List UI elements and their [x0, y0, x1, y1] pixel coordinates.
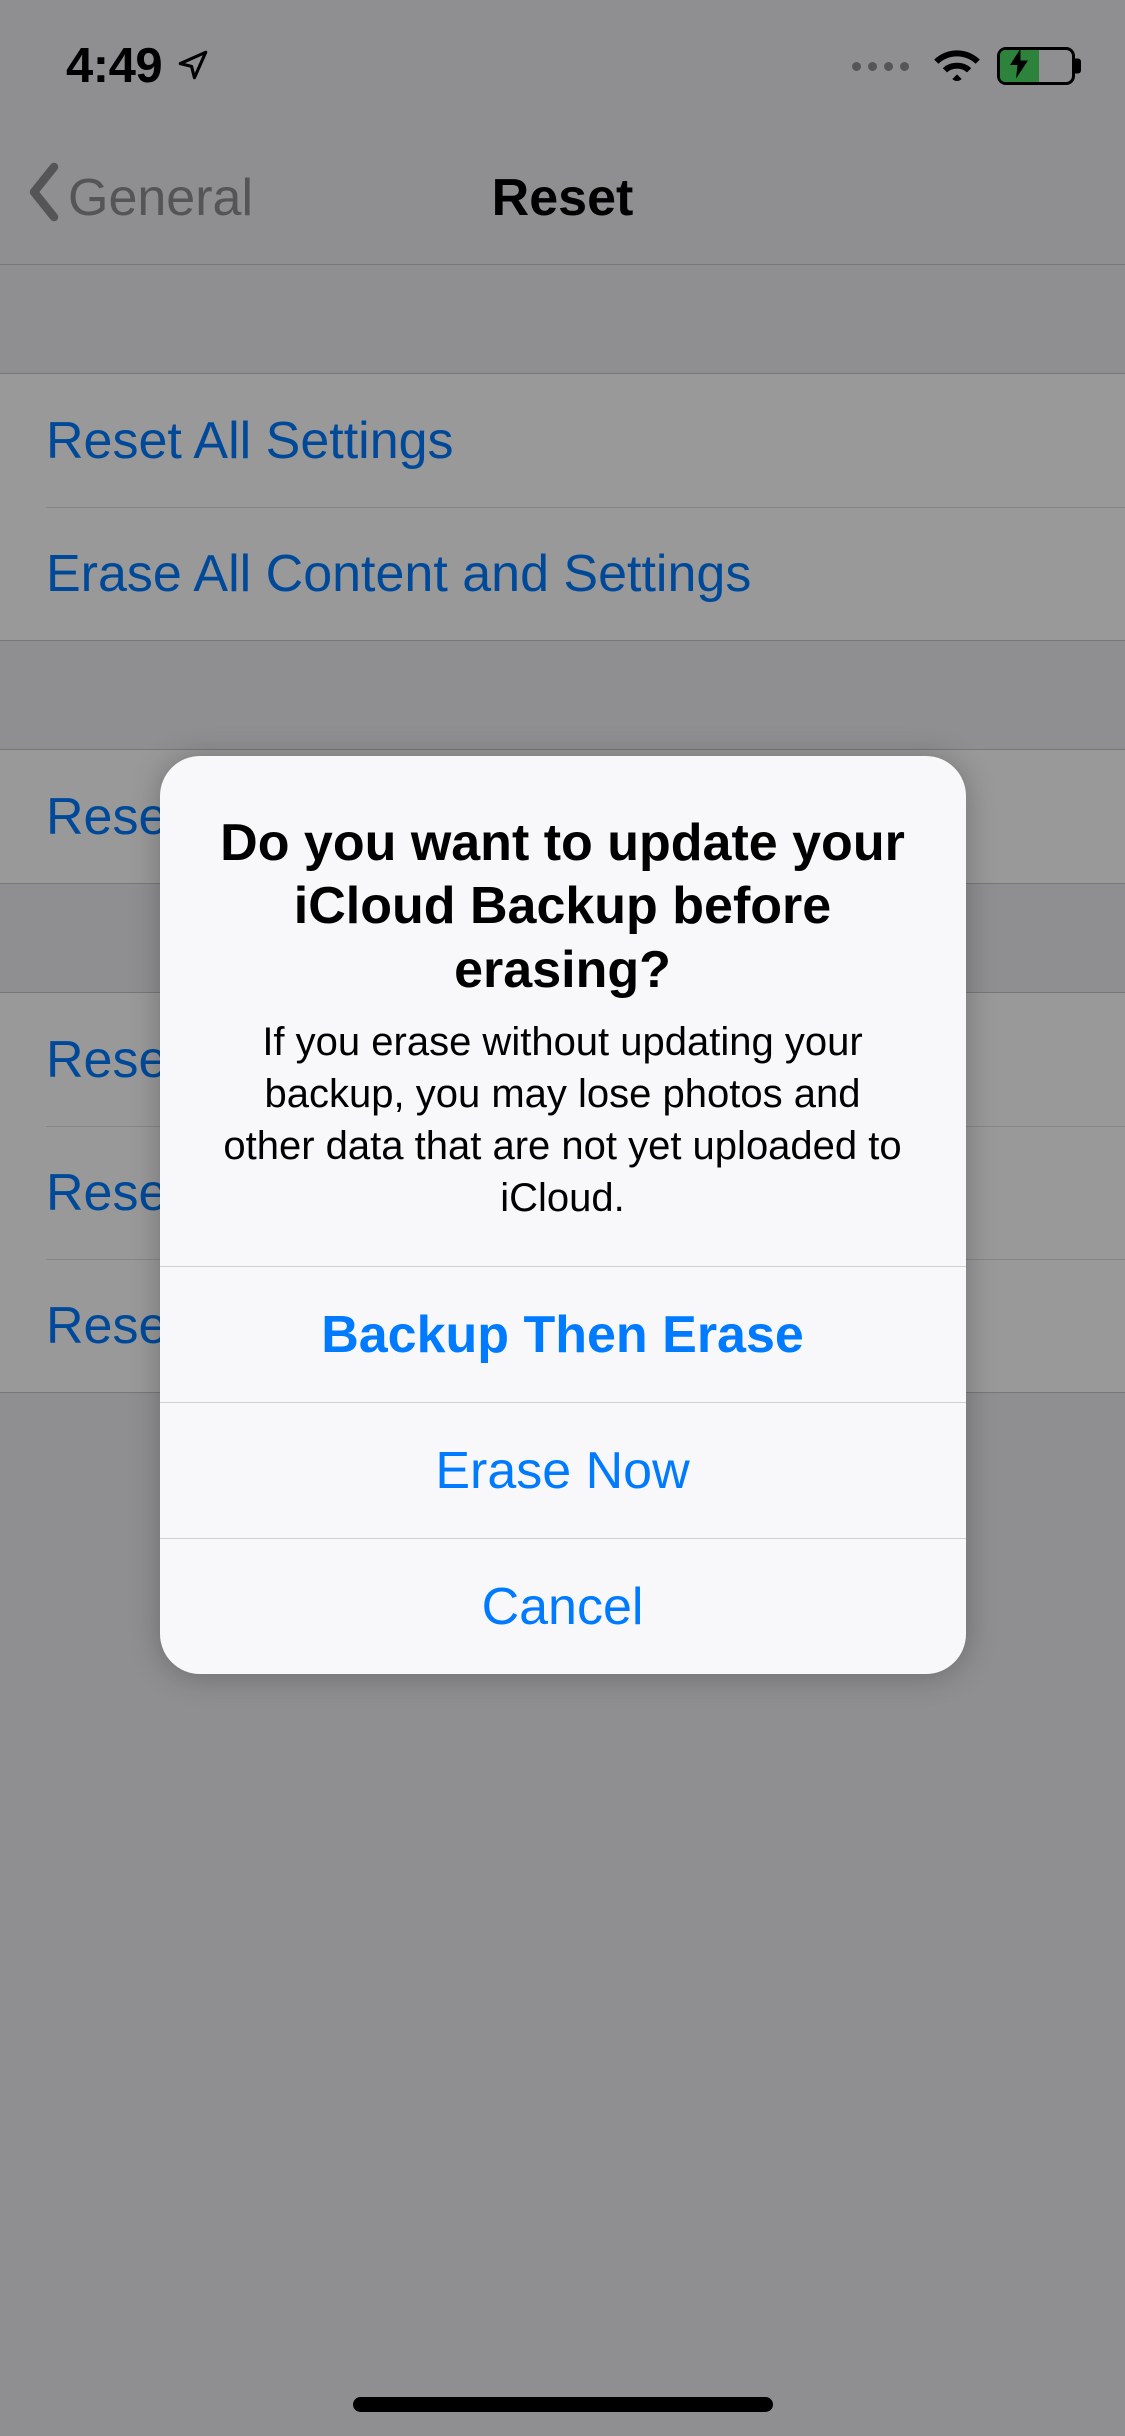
icloud-backup-alert: Do you want to update your iCloud Backup…	[160, 756, 966, 1674]
button-label: Erase Now	[435, 1441, 689, 1501]
button-label: Cancel	[482, 1577, 644, 1637]
cancel-button[interactable]: Cancel	[160, 1539, 966, 1674]
alert-header: Do you want to update your iCloud Backup…	[160, 756, 966, 1266]
home-indicator[interactable]	[353, 2397, 773, 2412]
alert-title: Do you want to update your iCloud Backup…	[220, 812, 906, 1002]
settings-reset-screen: 4:49 General Reset	[0, 0, 1125, 2436]
button-label: Backup Then Erase	[321, 1305, 804, 1365]
alert-message: If you erase without updating your backu…	[220, 1016, 906, 1224]
erase-now-button[interactable]: Erase Now	[160, 1403, 966, 1538]
backup-then-erase-button[interactable]: Backup Then Erase	[160, 1267, 966, 1402]
